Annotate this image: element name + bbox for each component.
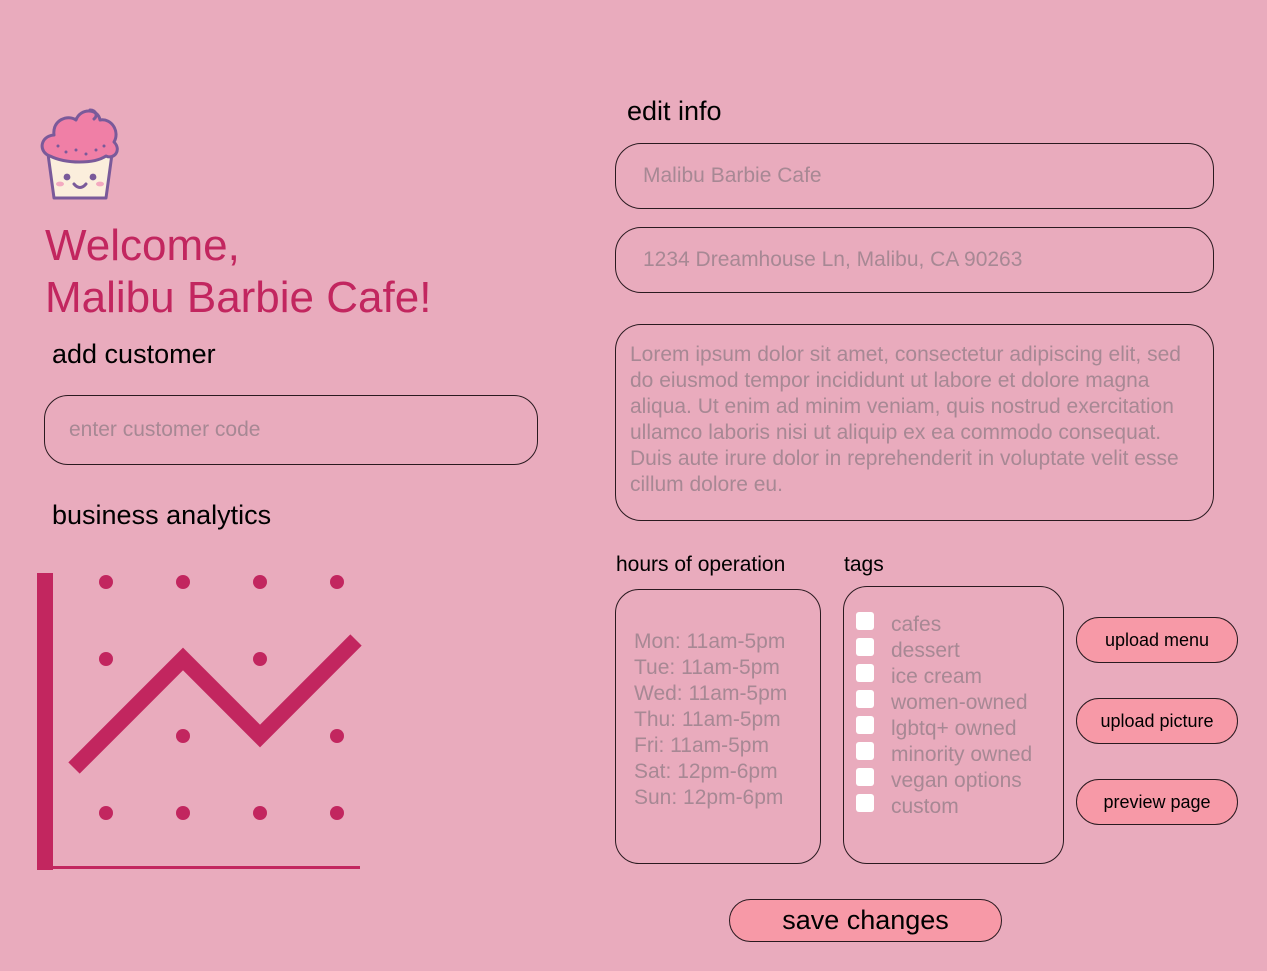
line-chart-icon[interactable] bbox=[34, 568, 364, 873]
upload-menu-button[interactable]: upload menu bbox=[1076, 617, 1238, 663]
tag-label: women-owned bbox=[891, 691, 1028, 714]
tag-checkbox[interactable] bbox=[856, 638, 874, 656]
hours-of-operation-field[interactable]: Mon: 11am-5pm Tue: 11am-5pm Wed: 11am-5p… bbox=[615, 589, 821, 864]
description-field[interactable] bbox=[615, 324, 1214, 521]
address-field[interactable] bbox=[615, 227, 1214, 293]
tag-checkbox[interactable] bbox=[856, 612, 874, 630]
tag-label: vegan options bbox=[891, 769, 1022, 792]
edit-info-label: edit info bbox=[627, 96, 722, 126]
tag-item-minority-owned[interactable]: minority owned bbox=[856, 742, 1063, 768]
tag-checkbox[interactable] bbox=[856, 664, 874, 682]
business-name-field[interactable] bbox=[615, 143, 1214, 209]
hours-line-fri: Fri: 11am-5pm bbox=[634, 734, 769, 757]
tags-label: tags bbox=[844, 553, 884, 576]
tag-item-women-owned[interactable]: women-owned bbox=[856, 690, 1063, 716]
tag-checkbox[interactable] bbox=[856, 716, 874, 734]
tag-label: custom bbox=[891, 795, 959, 818]
hours-line-thu: Thu: 11am-5pm bbox=[634, 708, 781, 731]
tag-checkbox[interactable] bbox=[856, 768, 874, 786]
tag-checkbox[interactable] bbox=[856, 794, 874, 812]
hours-line-wed: Wed: 11am-5pm bbox=[634, 682, 788, 705]
welcome-greeting: Welcome, bbox=[45, 221, 240, 270]
business-analytics-label: business analytics bbox=[52, 500, 272, 530]
save-changes-button[interactable]: save changes bbox=[729, 899, 1002, 942]
tag-checkbox[interactable] bbox=[856, 742, 874, 760]
cupcake-icon bbox=[38, 106, 122, 204]
tag-label: lgbtq+ owned bbox=[891, 717, 1017, 740]
tags-list: cafes dessert ice cream women-owned lgbt… bbox=[843, 586, 1064, 864]
customer-code-input[interactable] bbox=[44, 395, 538, 465]
preview-page-button[interactable]: preview page bbox=[1076, 779, 1238, 825]
tag-item-cafes[interactable]: cafes bbox=[856, 612, 1063, 638]
business-name-heading: Malibu Barbie Cafe! bbox=[45, 273, 432, 322]
add-customer-label: add customer bbox=[52, 339, 216, 369]
tag-checkbox[interactable] bbox=[856, 690, 874, 708]
tag-label: ice cream bbox=[891, 665, 983, 688]
tag-label: cafes bbox=[891, 613, 942, 636]
tag-label: minority owned bbox=[891, 743, 1033, 766]
tag-item-lgbtq-owned[interactable]: lgbtq+ owned bbox=[856, 716, 1063, 742]
hours-line-tue: Tue: 11am-5pm bbox=[634, 656, 780, 679]
tag-item-custom[interactable]: custom bbox=[856, 794, 1063, 820]
tag-item-vegan-options[interactable]: vegan options bbox=[856, 768, 1063, 794]
tag-label: dessert bbox=[891, 639, 960, 662]
tag-item-ice-cream[interactable]: ice cream bbox=[856, 664, 1063, 690]
hours-line-sat: Sat: 12pm-6pm bbox=[634, 760, 778, 783]
welcome-heading: Welcome, Malibu Barbie Cafe! bbox=[45, 220, 565, 324]
tag-item-dessert[interactable]: dessert bbox=[856, 638, 1063, 664]
hours-of-operation-label: hours of operation bbox=[616, 553, 786, 576]
hours-line-sun: Sun: 12pm-6pm bbox=[634, 786, 784, 809]
upload-picture-button[interactable]: upload picture bbox=[1076, 698, 1238, 744]
hours-line-mon: Mon: 11am-5pm bbox=[634, 630, 786, 653]
